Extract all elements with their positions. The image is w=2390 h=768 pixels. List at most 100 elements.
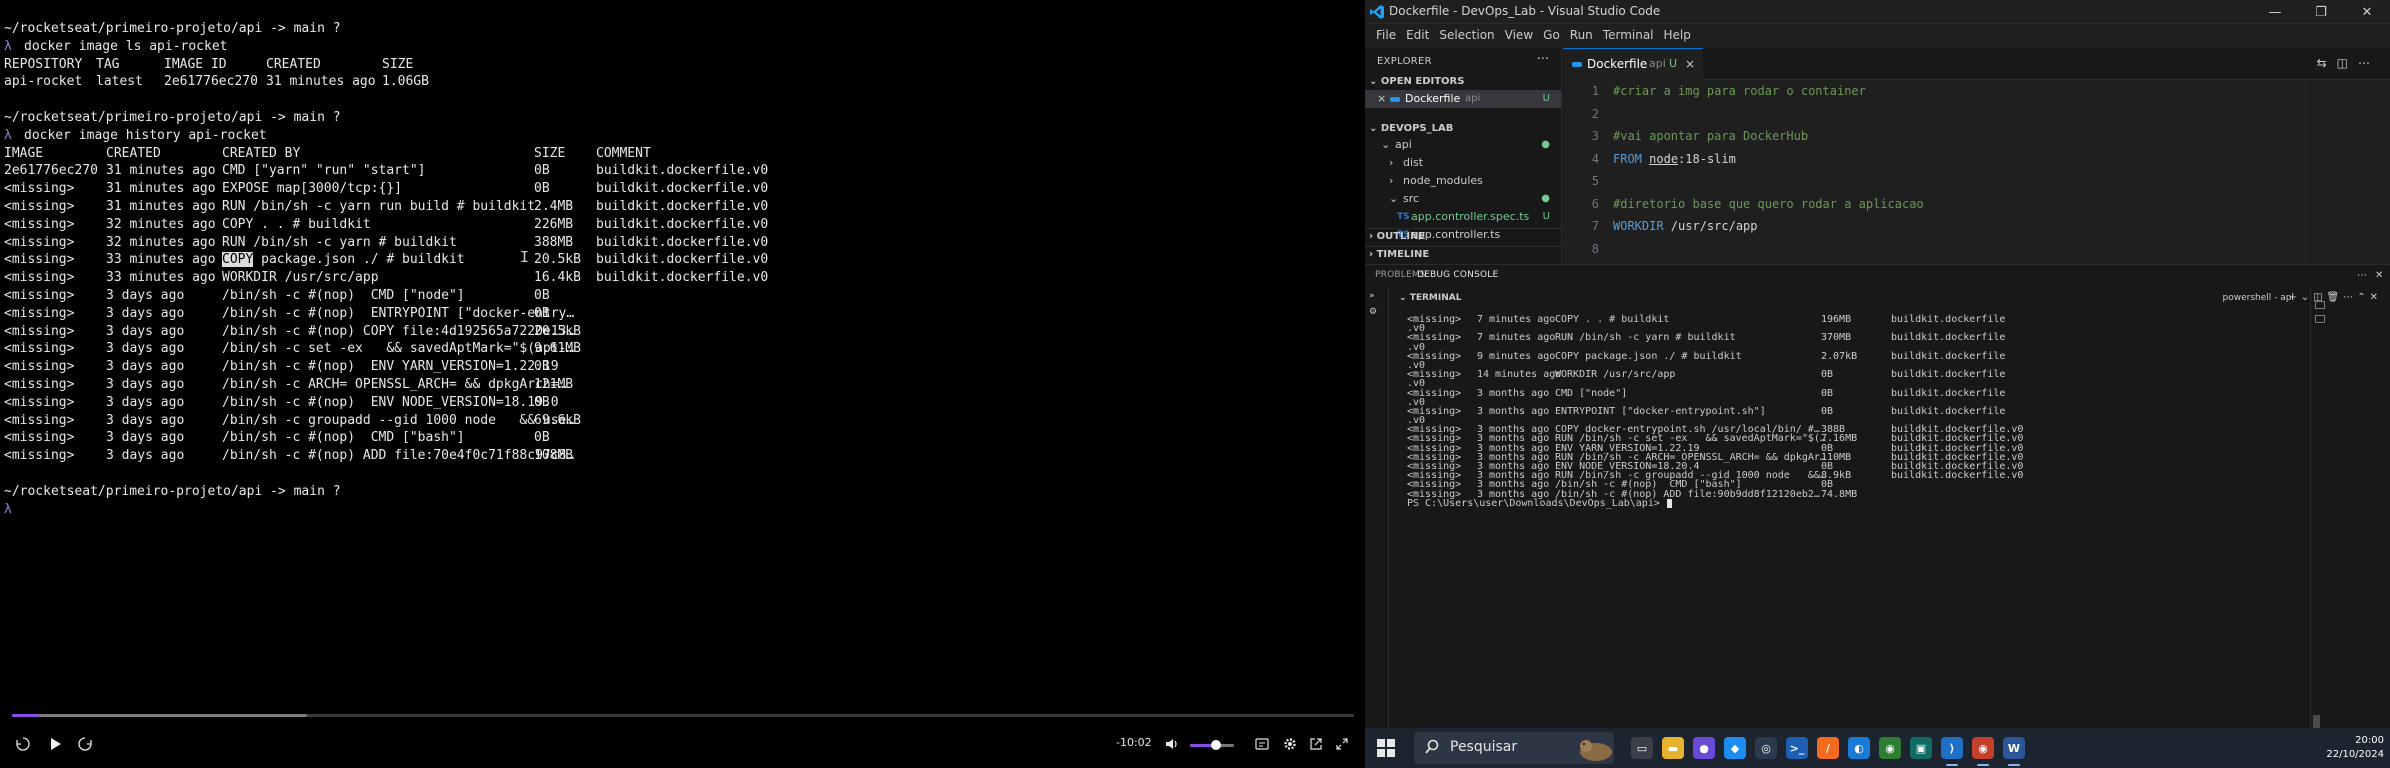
- chrome-icon[interactable]: ◉: [1879, 737, 1901, 759]
- volume-icon[interactable]: [1162, 730, 1182, 758]
- cell: <missing>: [4, 287, 75, 303]
- code-token: node: [1649, 151, 1679, 166]
- chevrons-icon[interactable]: »: [1365, 287, 1388, 305]
- menu-file[interactable]: File: [1371, 25, 1401, 45]
- tree-item-src[interactable]: ⌄ src ●: [1365, 190, 1561, 208]
- menu-run[interactable]: Run: [1565, 25, 1598, 45]
- cell: RUN /bin/sh -c yarn # buildkit: [222, 234, 457, 250]
- editor-actions[interactable]: ⇆◫⋯: [2317, 56, 2380, 70]
- share-icon[interactable]: [1306, 730, 1326, 758]
- forward-10-icon[interactable]: [74, 730, 96, 758]
- task-view-icon[interactable]: ▭: [1631, 737, 1653, 759]
- code-line: 6 #diretorio base que quero rodar a aplic…: [1563, 193, 2390, 216]
- app-steam-icon[interactable]: ◎: [1755, 737, 1777, 759]
- panel-close-icon[interactable]: ✕: [2375, 270, 2384, 281]
- code-token: #criar a img para rodar o container: [1613, 84, 1866, 98]
- settings-gear-icon[interactable]: [1280, 730, 1300, 758]
- app-blue-bird-icon[interactable]: ◆: [1724, 737, 1746, 759]
- terminal-line: <missing> 3 days ago/bin/sh -c #(nop) CMD…: [4, 287, 1359, 305]
- minimize-button[interactable]: —: [2252, 0, 2298, 24]
- word-icon[interactable]: W: [2003, 737, 2025, 759]
- cell: latest: [96, 74, 143, 90]
- video-progress-bar[interactable]: [12, 714, 1354, 717]
- workspace-section[interactable]: ⌄ DEVOPS_LAB: [1369, 123, 1453, 134]
- app-orange-icon[interactable]: /: [1817, 737, 1839, 759]
- close-button[interactable]: ✕: [2344, 0, 2390, 24]
- cell: <missing>: [4, 359, 75, 375]
- file-explorer-icon[interactable]: ▬: [1662, 737, 1684, 759]
- lambda-caret: λ: [4, 38, 12, 54]
- terminal-line: <missing> 31 minutes ago RUN /bin/sh -c ya…: [4, 198, 1359, 216]
- cell: api-rocket: [4, 74, 83, 90]
- menu-view[interactable]: View: [1500, 25, 1538, 45]
- cell: 226MB: [534, 216, 574, 232]
- cell: WORKDIR /usr/src/app: [222, 270, 379, 286]
- code-editor[interactable]: 1 #criar a img para rodar o container 2 3 #v…: [1563, 80, 2390, 260]
- panel-more-icon[interactable]: ⋯: [2357, 270, 2367, 281]
- tree-item-dist[interactable]: › dist: [1365, 154, 1561, 172]
- windows-start-icon[interactable]: [1377, 739, 1395, 757]
- code-line: 7 WORKDIR /usr/src/app: [1563, 215, 2390, 238]
- terminal-line: <missing> 9 minutes ago COPY package.json …: [1407, 351, 2287, 361]
- timeline-section[interactable]: › TIMELINE: [1365, 246, 1561, 260]
- vscode-icon[interactable]: ⟩: [1941, 737, 1963, 759]
- app-edge-blue-icon[interactable]: ◐: [1848, 737, 1870, 759]
- taskbar-search[interactable]: Pesquisar: [1414, 732, 1614, 764]
- cell: 3 days ago: [106, 305, 185, 321]
- maximize-button[interactable]: ❐: [2298, 0, 2344, 24]
- video-progress-fill: [12, 714, 39, 717]
- more-actions-icon[interactable]: ···: [1537, 52, 1549, 67]
- tab-close-icon[interactable]: ×: [1685, 49, 1695, 79]
- video-controls: -10:02: [0, 730, 1365, 760]
- chrome-2-icon[interactable]: ◉: [1972, 737, 1994, 759]
- terminal-line: <missing> 3 months ago CMD ["node"] 0B build…: [1407, 387, 2287, 399]
- cell: COPY . . # buildkit: [1555, 314, 1670, 325]
- tree-item-node_modules[interactable]: › node_modules: [1365, 172, 1561, 190]
- tree-item-app-controller-spec-ts[interactable]: TS app.controller.spec.ts U: [1365, 208, 1561, 226]
- cell: 31 minutes ago: [106, 181, 216, 197]
- open-editor-name: Dockerfile: [1405, 92, 1461, 105]
- app-teal-icon[interactable]: ▣: [1910, 737, 1932, 759]
- play-button[interactable]: [44, 730, 66, 758]
- terminal-instance-icon[interactable]: [2315, 301, 2325, 309]
- volume-slider[interactable]: [1190, 740, 1234, 750]
- menu-edit[interactable]: Edit: [1401, 25, 1434, 45]
- tab-debug-console[interactable]: DEBUG CONSOLE: [1417, 270, 1498, 280]
- menu-help[interactable]: Help: [1659, 25, 1696, 45]
- active-app-indicator: [1946, 764, 1958, 766]
- cell: /bin/sh -c #(nop) ENV YARN_VERSION=1.22.…: [222, 359, 559, 375]
- rewind-10-icon[interactable]: [12, 730, 34, 758]
- tab-dockerfile[interactable]: Dockerfile api U ×: [1563, 48, 1703, 80]
- outline-label: OUTLINE: [1376, 231, 1426, 242]
- captions-icon[interactable]: [1252, 730, 1272, 758]
- system-clock[interactable]: 20:00 22/10/2024: [2326, 734, 2384, 762]
- terminal-shell-label[interactable]: powershell - api: [2223, 293, 2294, 303]
- cell: buildkit.dockerfile.v0: [1891, 470, 2024, 482]
- volume-knob[interactable]: [1211, 740, 1222, 750]
- terminal-line: <missing> 3 months ago ENTRYPOINT ["docker…: [1407, 406, 2287, 416]
- chevron-right-icon: ›: [1369, 231, 1377, 242]
- fullscreen-icon[interactable]: [1332, 730, 1352, 758]
- terminal-line: <missing> 3 days ago/bin/sh -c groupadd -…: [4, 412, 1359, 430]
- terminal-line: api-rocket latest 2e61776ec270 31 minutes a…: [4, 73, 1359, 91]
- terminal-line: <missing> 32 minutes ago RUN /bin/sh -c ya…: [4, 234, 1359, 252]
- open-editors-section[interactable]: ⌄ OPEN EDITORS: [1369, 76, 1464, 87]
- close-editor-icon[interactable]: ×: [1377, 90, 1386, 108]
- app-terminal-blue-icon[interactable]: >_: [1786, 737, 1808, 759]
- debug-icon[interactable]: ⚙: [1365, 305, 1388, 319]
- menu-go[interactable]: Go: [1538, 25, 1565, 45]
- tree-item-api[interactable]: ⌄ api ●: [1365, 136, 1561, 154]
- terminal-instance-icon[interactable]: [2315, 315, 2325, 323]
- menu-selection[interactable]: Selection: [1434, 25, 1499, 45]
- terminal-title[interactable]: ⌄ TERMINAL: [1399, 293, 1461, 303]
- menu-terminal[interactable]: Terminal: [1598, 25, 1659, 45]
- cell: CMD ["node"]: [1555, 387, 1628, 399]
- cell: 3 days ago: [106, 448, 185, 464]
- command-text: docker image history api-rocket: [24, 127, 267, 143]
- open-editor-dockerfile[interactable]: × Dockerfile api U: [1365, 90, 1561, 108]
- code-token: /usr/src/app: [1663, 219, 1758, 233]
- outline-section[interactable]: › OUTLINE: [1365, 228, 1561, 242]
- chevron-right-icon: ›: [1389, 156, 1394, 169]
- app-blue-circle-icon[interactable]: ●: [1693, 737, 1715, 759]
- terminal-output[interactable]: <missing> 7 minutes ago COPY . . # buildki…: [1407, 314, 2287, 508]
